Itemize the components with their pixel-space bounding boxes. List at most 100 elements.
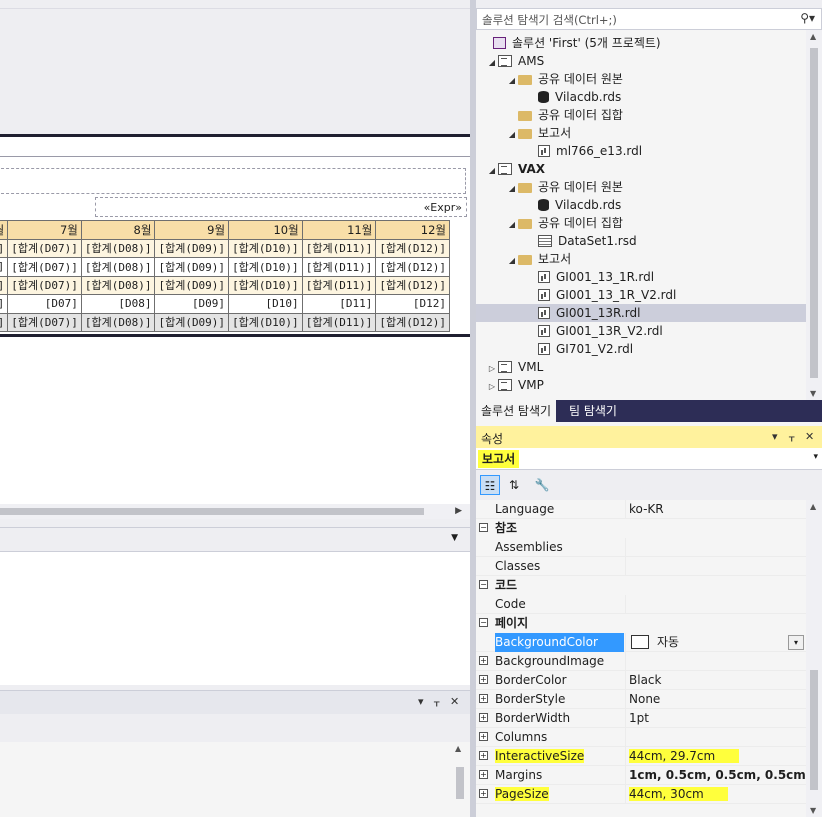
month-header-cell[interactable]: 10월: [228, 220, 303, 240]
property-row[interactable]: Classes: [476, 557, 806, 576]
expand-icon[interactable]: +: [479, 770, 488, 779]
property-row[interactable]: Code: [476, 595, 806, 614]
scroll-thumb[interactable]: [0, 508, 424, 515]
chevron-down-icon[interactable]: ▾: [772, 430, 778, 443]
expand-icon[interactable]: +: [479, 675, 488, 684]
table-cell[interactable]: [합계(D11)]: [301, 312, 377, 332]
table-cell[interactable]: [D10]: [228, 294, 303, 314]
table-cell[interactable]: [합계(D12)]: [375, 312, 450, 332]
close-icon[interactable]: ✕: [805, 430, 814, 443]
table-cell[interactable]: [D08]: [80, 294, 156, 314]
table-cell[interactable]: [D12]: [375, 294, 450, 314]
tree-item[interactable]: ◢ AMS: [476, 52, 806, 70]
tab-solution-explorer[interactable]: 솔루션 탐색기: [476, 400, 557, 422]
property-value[interactable]: [625, 538, 806, 557]
expand-icon[interactable]: +: [479, 789, 488, 798]
month-header-cell[interactable]: 7월: [7, 220, 82, 240]
table-cell[interactable]: [합계(D07)]: [7, 275, 82, 295]
expand-icon[interactable]: +: [479, 694, 488, 703]
pin-icon[interactable]: ᚁ: [789, 430, 794, 443]
expand-arrow-icon[interactable]: ▷: [486, 378, 498, 396]
table-cell[interactable]: [합계(D09)]: [154, 238, 230, 258]
table-cell[interactable]: [합계(D12)]: [375, 238, 450, 258]
chevron-down-icon[interactable]: ▾: [418, 695, 424, 708]
table-cell[interactable]: [합계(D12)]: [375, 275, 450, 295]
close-icon[interactable]: ✕: [450, 695, 459, 708]
tree-item[interactable]: 솔루션 'First' (5개 프로젝트): [476, 34, 806, 52]
property-row[interactable]: + PageSize 44cm, 30cm: [476, 785, 806, 804]
table-cell[interactable]: [합계(D12)]: [375, 257, 450, 277]
property-value[interactable]: ko-KR: [625, 500, 806, 519]
chevron-down-icon[interactable]: ▼: [451, 533, 458, 543]
tree-item[interactable]: ◢ 보고서: [476, 250, 806, 268]
chevron-down-icon[interactable]: ▾: [788, 635, 804, 650]
table-cell[interactable]: 6)]: [0, 275, 9, 295]
property-value[interactable]: [625, 595, 806, 614]
tree-item[interactable]: ▷ VMP: [476, 376, 806, 394]
table-cell[interactable]: [합계(D07)]: [7, 312, 82, 332]
property-row[interactable]: + Columns: [476, 728, 806, 747]
table-cell[interactable]: 6)]: [0, 238, 9, 258]
collapse-icon[interactable]: −: [479, 580, 488, 589]
property-row[interactable]: + BackgroundImage: [476, 652, 806, 671]
solution-search-box[interactable]: 솔루션 탐색기 검색(Ctrl+;) ⚲▾: [476, 8, 822, 30]
property-value[interactable]: 44cm, 29.7cm: [625, 747, 806, 766]
categorized-icon[interactable]: ☷: [480, 475, 500, 495]
tree-item[interactable]: ◢ VAX: [476, 160, 806, 178]
table-cell[interactable]: [합계(D11)]: [301, 238, 377, 258]
table-cell[interactable]: 6)]: [0, 257, 9, 277]
table-cell[interactable]: [합계(D09)]: [154, 257, 230, 277]
table-cell[interactable]: [D07]: [7, 294, 82, 314]
table-cell[interactable]: [합계(D11)]: [301, 275, 377, 295]
solution-tree-scrollbar[interactable]: ▲ ▼: [806, 30, 822, 400]
table-cell[interactable]: [합계(D08)]: [80, 275, 156, 295]
property-value[interactable]: None: [625, 690, 806, 709]
scroll-up-icon[interactable]: ▲: [810, 32, 816, 41]
table-cell[interactable]: 06]: [0, 294, 9, 314]
expand-icon[interactable]: +: [479, 732, 488, 741]
property-value[interactable]: 1pt: [625, 709, 806, 728]
scroll-down-icon[interactable]: ▼: [810, 389, 816, 398]
table-cell[interactable]: [합계(D10)]: [228, 312, 303, 332]
search-icon[interactable]: ⚲▾: [800, 11, 815, 25]
expr-textbox[interactable]: «Expr»: [95, 197, 467, 217]
chevron-down-icon[interactable]: ▾: [813, 452, 818, 462]
tree-item[interactable]: ◢ 공유 데이터 집합: [476, 214, 806, 232]
table-cell[interactable]: [합계(D10)]: [228, 275, 303, 295]
table-cell[interactable]: [합계(D09)]: [154, 312, 230, 332]
table-cell[interactable]: [D09]: [154, 294, 230, 314]
tree-item[interactable]: ▷ VML: [476, 358, 806, 376]
header-textbox[interactable]: [0, 168, 466, 194]
property-row[interactable]: Language ko-KR: [476, 500, 806, 519]
table-cell[interactable]: [합계(D10)]: [228, 257, 303, 277]
table-cell[interactable]: [합계(D08)]: [80, 238, 156, 258]
scroll-thumb[interactable]: [810, 48, 818, 378]
tree-item[interactable]: ◢ 공유 데이터 원본: [476, 70, 806, 88]
table-cell[interactable]: [D11]: [301, 294, 377, 314]
month-header-cell[interactable]: 8월: [80, 220, 156, 240]
collapse-icon[interactable]: −: [479, 618, 488, 627]
pin-icon[interactable]: ᚁ: [434, 695, 439, 708]
month-header-cell[interactable]: 12월: [375, 220, 450, 240]
property-row[interactable]: + BorderColor Black: [476, 671, 806, 690]
property-value[interactable]: 44cm, 30cm: [625, 785, 806, 804]
table-cell[interactable]: [합계(D11)]: [301, 257, 377, 277]
tree-item[interactable]: GI701_V2.rdl: [476, 340, 806, 358]
object-selector[interactable]: 보고서 ▾: [476, 448, 822, 470]
property-row[interactable]: + BorderStyle None: [476, 690, 806, 709]
tree-item[interactable]: 공유 데이터 집합: [476, 106, 806, 124]
property-value[interactable]: 1cm, 0.5cm, 0.5cm, 0.5cm: [625, 766, 806, 785]
tree-item[interactable]: Vilacdb.rds: [476, 196, 806, 214]
report-tablix[interactable]: 6월7월8월9월10월11월12월6)][합계(D07)][합계(D08)][합…: [0, 220, 450, 332]
table-cell[interactable]: [합계(D10)]: [228, 238, 303, 258]
tree-item[interactable]: ◢ 보고서: [476, 124, 806, 142]
property-value[interactable]: [625, 652, 806, 671]
property-row[interactable]: Assemblies: [476, 538, 806, 557]
tree-item[interactable]: GI001_13_1R.rdl: [476, 268, 806, 286]
month-header-cell[interactable]: 9월: [154, 220, 230, 240]
property-row[interactable]: + BorderWidth 1pt: [476, 709, 806, 728]
collapse-icon[interactable]: −: [479, 523, 488, 532]
table-cell[interactable]: 6)]: [0, 312, 9, 332]
tree-item[interactable]: DataSet1.rsd: [476, 232, 806, 250]
tree-item[interactable]: GI001_13R_V2.rdl: [476, 322, 806, 340]
